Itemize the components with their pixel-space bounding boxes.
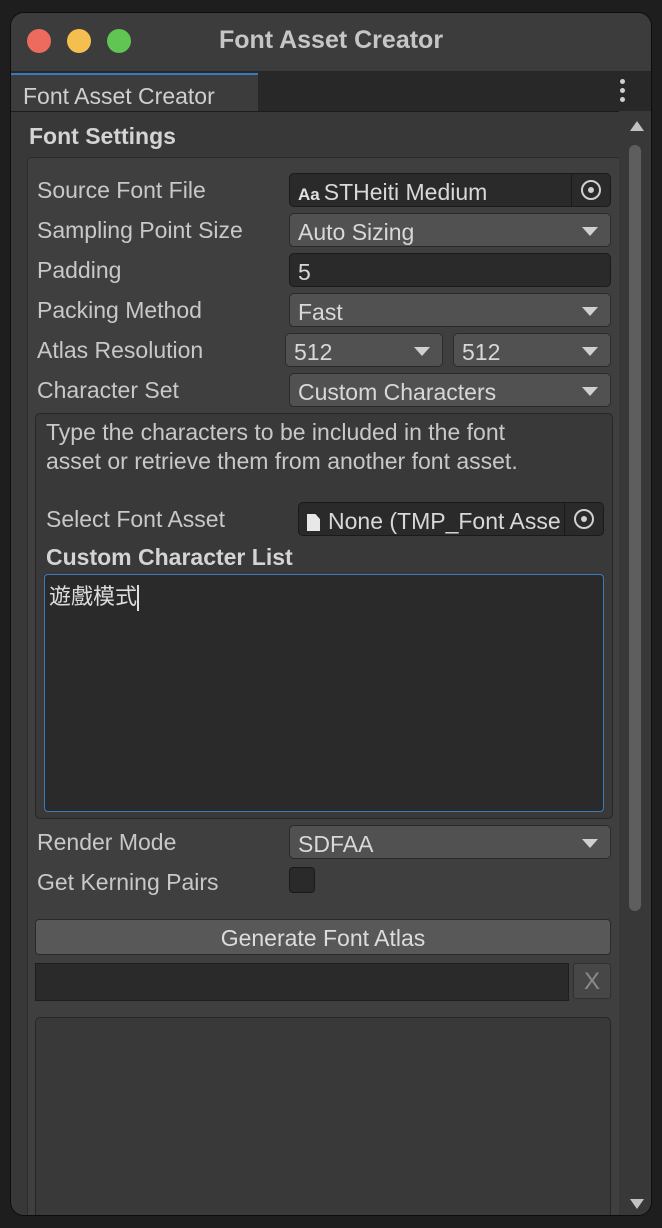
select-font-asset-label: Select Font Asset (46, 506, 225, 532)
scroll-down-arrow-icon[interactable] (630, 1199, 644, 1209)
atlas-resolution-label: Atlas Resolution (37, 337, 204, 363)
tab-font-asset-creator[interactable]: Font Asset Creator (11, 73, 258, 111)
font-asset-creator-window: Font Asset Creator Font Asset Creator Fo… (10, 12, 652, 1216)
source-font-file-value: STHeiti Medium (323, 179, 488, 205)
vertical-scrollbar[interactable] (619, 111, 651, 1215)
custom-character-list-label: Custom Character List (46, 544, 293, 570)
select-font-asset-value: None (TMP_Font Asse (328, 508, 561, 534)
clear-button[interactable]: X (573, 963, 611, 999)
tab-bar: Font Asset Creator (11, 71, 651, 112)
custom-character-list-value: 遊戲模式 (49, 584, 138, 609)
packing-method-dropdown[interactable]: Fast (289, 293, 611, 327)
scroll-up-arrow-icon[interactable] (630, 121, 644, 131)
inspector-content: Font Settings Source Font File Aa STHeiti… (11, 111, 619, 1215)
padding-input[interactable]: 5 (289, 253, 611, 287)
scrollbar-thumb[interactable] (629, 145, 641, 911)
chevron-down-icon (414, 347, 430, 356)
section-title: Font Settings (29, 123, 176, 149)
font-aa-icon: Aa (298, 185, 320, 204)
character-set-label: Character Set (37, 377, 179, 403)
generation-progress-bar (35, 963, 569, 1001)
file-icon (307, 514, 320, 531)
atlas-width-dropdown[interactable]: 512 (285, 333, 443, 367)
chevron-down-icon (582, 387, 598, 396)
character-set-value: Custom Characters (298, 379, 497, 405)
render-mode-value: SDFAA (298, 831, 374, 857)
packing-method-label: Packing Method (37, 297, 202, 323)
get-kerning-pairs-label: Get Kerning Pairs (37, 869, 219, 895)
custom-characters-box: Type the characters to be included in th… (35, 413, 613, 819)
chevron-down-icon (582, 227, 598, 236)
atlas-height-dropdown[interactable]: 512 (453, 333, 611, 367)
character-set-dropdown[interactable]: Custom Characters (289, 373, 611, 407)
title-bar[interactable]: Font Asset Creator (11, 13, 651, 71)
sampling-point-size-label: Sampling Point Size (37, 217, 243, 243)
chevron-down-icon (582, 839, 598, 848)
atlas-height-value: 512 (462, 339, 501, 365)
object-picker-icon[interactable] (564, 503, 603, 535)
sampling-point-size-value: Auto Sizing (298, 219, 415, 245)
source-font-file-field[interactable]: Aa STHeiti Medium (289, 173, 611, 207)
get-kerning-pairs-checkbox[interactable] (289, 867, 315, 893)
source-font-file-label: Source Font File (37, 177, 206, 203)
render-mode-dropdown[interactable]: SDFAA (289, 825, 611, 859)
packing-method-value: Fast (298, 299, 343, 325)
padding-value: 5 (298, 259, 311, 285)
chevron-down-icon (582, 347, 598, 356)
select-font-asset-field[interactable]: None (TMP_Font Asse (298, 502, 604, 536)
object-picker-icon[interactable] (571, 174, 610, 206)
chevron-down-icon (582, 307, 598, 316)
sampling-point-size-dropdown[interactable]: Auto Sizing (289, 213, 611, 247)
window-title: Font Asset Creator (218, 26, 444, 54)
output-preview-box (35, 1017, 611, 1215)
generate-font-atlas-button[interactable]: Generate Font Atlas (35, 919, 611, 955)
atlas-width-value: 512 (294, 339, 333, 365)
text-caret (137, 585, 140, 612)
more-options-icon[interactable] (620, 79, 625, 106)
render-mode-label: Render Mode (37, 829, 177, 855)
help-text: Type the characters to be included in th… (46, 419, 518, 474)
padding-label: Padding (37, 257, 122, 283)
custom-character-list-input[interactable]: 遊戲模式 (44, 574, 604, 812)
